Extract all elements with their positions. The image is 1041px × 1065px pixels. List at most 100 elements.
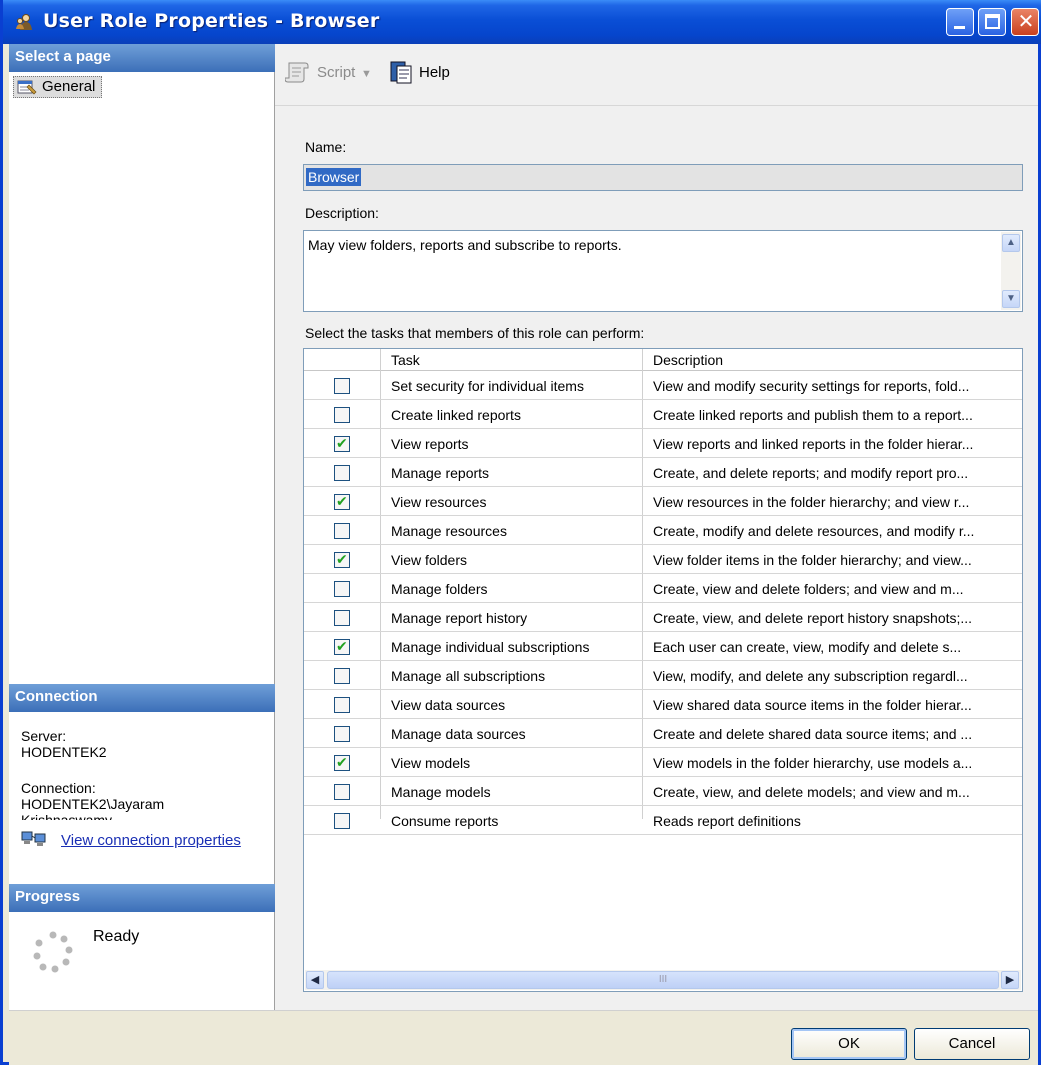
minimize-button[interactable] [946, 8, 974, 36]
task-description: Create, modify and delete resources, and… [653, 523, 975, 539]
task-checkbox[interactable] [334, 726, 350, 742]
task-checkbox[interactable]: ✔ [334, 551, 350, 568]
task-description: Create, and delete reports; and modify r… [653, 465, 969, 481]
description-field[interactable]: May view folders, reports and subscribe … [303, 230, 1023, 312]
task-name: Consume reports [391, 813, 499, 829]
description-value: May view folders, reports and subscribe … [308, 237, 622, 253]
table-row[interactable]: Manage report history Create, view, and d… [304, 604, 1022, 632]
table-row[interactable]: ✔ View reports View reports and linked rep… [304, 430, 1022, 458]
table-row[interactable]: Manage all subscriptions View, modify, an… [304, 662, 1022, 690]
task-description: View and modify security settings for re… [653, 378, 970, 394]
name-field[interactable]: Browser [303, 164, 1023, 191]
scroll-up-icon[interactable]: ▲ [1002, 234, 1020, 252]
maximize-icon [985, 14, 1000, 29]
task-name: Manage resources [391, 523, 507, 539]
toolbar: Script ▼ Help [275, 44, 1038, 106]
task-checkbox[interactable]: ✔ [334, 754, 350, 771]
task-name: View models [391, 755, 471, 771]
task-description: Create, view and delete folders; and vie… [653, 581, 964, 597]
task-description: Create, view, and delete report history … [653, 610, 973, 626]
task-checkbox[interactable]: ✔ [334, 493, 350, 510]
maximize-button[interactable] [978, 8, 1006, 36]
table-row[interactable]: Manage reports Create, and delete reports… [304, 459, 1022, 487]
scroll-left-icon[interactable]: ◀ [306, 971, 324, 989]
checkmark-icon: ✔ [336, 493, 348, 509]
grid-horizontal-scrollbar[interactable]: ◀ III ▶ [305, 970, 1021, 990]
task-checkbox[interactable] [334, 784, 350, 800]
description-scrollbar[interactable]: ▲ ▼ [1001, 232, 1021, 310]
table-row[interactable]: Consume reports Reads report definitions [304, 807, 1022, 835]
close-icon: ✕ [1017, 11, 1035, 33]
task-checkbox[interactable] [334, 407, 350, 423]
table-row[interactable]: ✔ Manage individual subscriptions Each use… [304, 633, 1022, 661]
script-button[interactable]: Script [285, 62, 355, 83]
task-description: View reports and linked reports in the f… [653, 436, 974, 452]
page-item-label: General [42, 78, 96, 95]
connection-value: HODENTEK2\Jayaram [21, 796, 165, 812]
server-label: Server: [21, 728, 67, 744]
description-label: Description: [305, 205, 379, 221]
task-description: Reads report definitions [653, 813, 801, 829]
checkmark-icon: ✔ [336, 435, 348, 451]
task-checkbox[interactable] [334, 813, 350, 829]
task-description: Create and delete shared data source ite… [653, 726, 973, 742]
table-row[interactable]: Create linked reports Create linked repor… [304, 401, 1022, 429]
task-name: Set security for individual items [391, 378, 584, 394]
column-header-task[interactable]: Task [391, 352, 420, 368]
ok-button[interactable]: OK [791, 1028, 907, 1060]
table-row[interactable]: View data sources View shared data source… [304, 691, 1022, 719]
left-pane: Select a page General Connection Server:… [9, 44, 275, 1010]
tasks-label: Select the tasks that members of this ro… [305, 325, 645, 341]
table-row[interactable]: Set security for individual items View an… [304, 372, 1022, 400]
task-name: View reports [391, 436, 469, 452]
table-row[interactable]: ✔ View models View models in the folder hi… [304, 749, 1022, 777]
task-name: Manage data sources [391, 726, 526, 742]
tasks-grid: Task Description Set security for indivi… [303, 348, 1023, 992]
cancel-button[interactable]: Cancel [914, 1028, 1030, 1060]
task-name: Manage folders [391, 581, 488, 597]
help-label: Help [419, 64, 450, 81]
task-checkbox[interactable] [334, 610, 350, 626]
task-name: Create linked reports [391, 407, 521, 423]
task-name: Manage individual subscriptions [391, 639, 590, 655]
task-name: View data sources [391, 697, 506, 713]
task-checkbox[interactable]: ✔ [334, 435, 350, 452]
progress-header: Progress [9, 884, 275, 912]
window-title: User Role Properties - Browser [43, 10, 380, 32]
view-connection-properties-link[interactable]: View connection properties [21, 831, 241, 849]
task-checkbox[interactable] [334, 465, 350, 481]
progress-spinner-icon [33, 931, 73, 973]
task-checkbox[interactable] [334, 378, 350, 394]
task-checkbox[interactable]: ✔ [334, 638, 350, 655]
close-button[interactable]: ✕ [1011, 8, 1039, 36]
task-checkbox[interactable] [334, 697, 350, 713]
task-name: Manage reports [391, 465, 490, 481]
table-row[interactable]: Manage data sources Create and delete sha… [304, 720, 1022, 748]
table-row[interactable]: ✔ View folders View folder items in the fo… [304, 546, 1022, 574]
script-dropdown-icon[interactable]: ▼ [361, 68, 372, 80]
task-checkbox[interactable] [334, 668, 350, 684]
table-row[interactable]: Manage models Create, view, and delete mo… [304, 778, 1022, 806]
task-description: View folder items in the folder hierarch… [653, 552, 972, 568]
page-item-general[interactable]: General [13, 76, 103, 98]
task-checkbox[interactable] [334, 523, 350, 539]
scroll-thumb[interactable]: III [327, 971, 999, 989]
table-row[interactable]: ✔ View resources View resources in the fol… [304, 488, 1022, 516]
scroll-down-icon[interactable]: ▼ [1002, 290, 1020, 308]
task-description: Each user can create, view, modify and d… [653, 639, 962, 655]
task-checkbox[interactable] [334, 581, 350, 597]
column-header-description[interactable]: Description [653, 352, 723, 368]
title-bar[interactable]: User Role Properties - Browser ✕ [3, 0, 1041, 44]
task-description: View resources in the folder hierarchy; … [653, 494, 970, 510]
task-name: Manage models [391, 784, 491, 800]
scroll-right-icon[interactable]: ▶ [1001, 971, 1019, 989]
task-description: Create linked reports and publish them t… [653, 407, 973, 423]
table-row[interactable]: Manage folders Create, view and delete fo… [304, 575, 1022, 603]
server-value: HODENTEK2 [21, 744, 107, 760]
connection-properties-icon [21, 831, 46, 846]
help-button[interactable]: Help [389, 61, 450, 84]
button-bar: OK Cancel [9, 1010, 1038, 1065]
table-row[interactable]: Manage resources Create, modify and delet… [304, 517, 1022, 545]
grid-header: Task Description [304, 349, 1022, 371]
connection-header: Connection [9, 684, 275, 712]
